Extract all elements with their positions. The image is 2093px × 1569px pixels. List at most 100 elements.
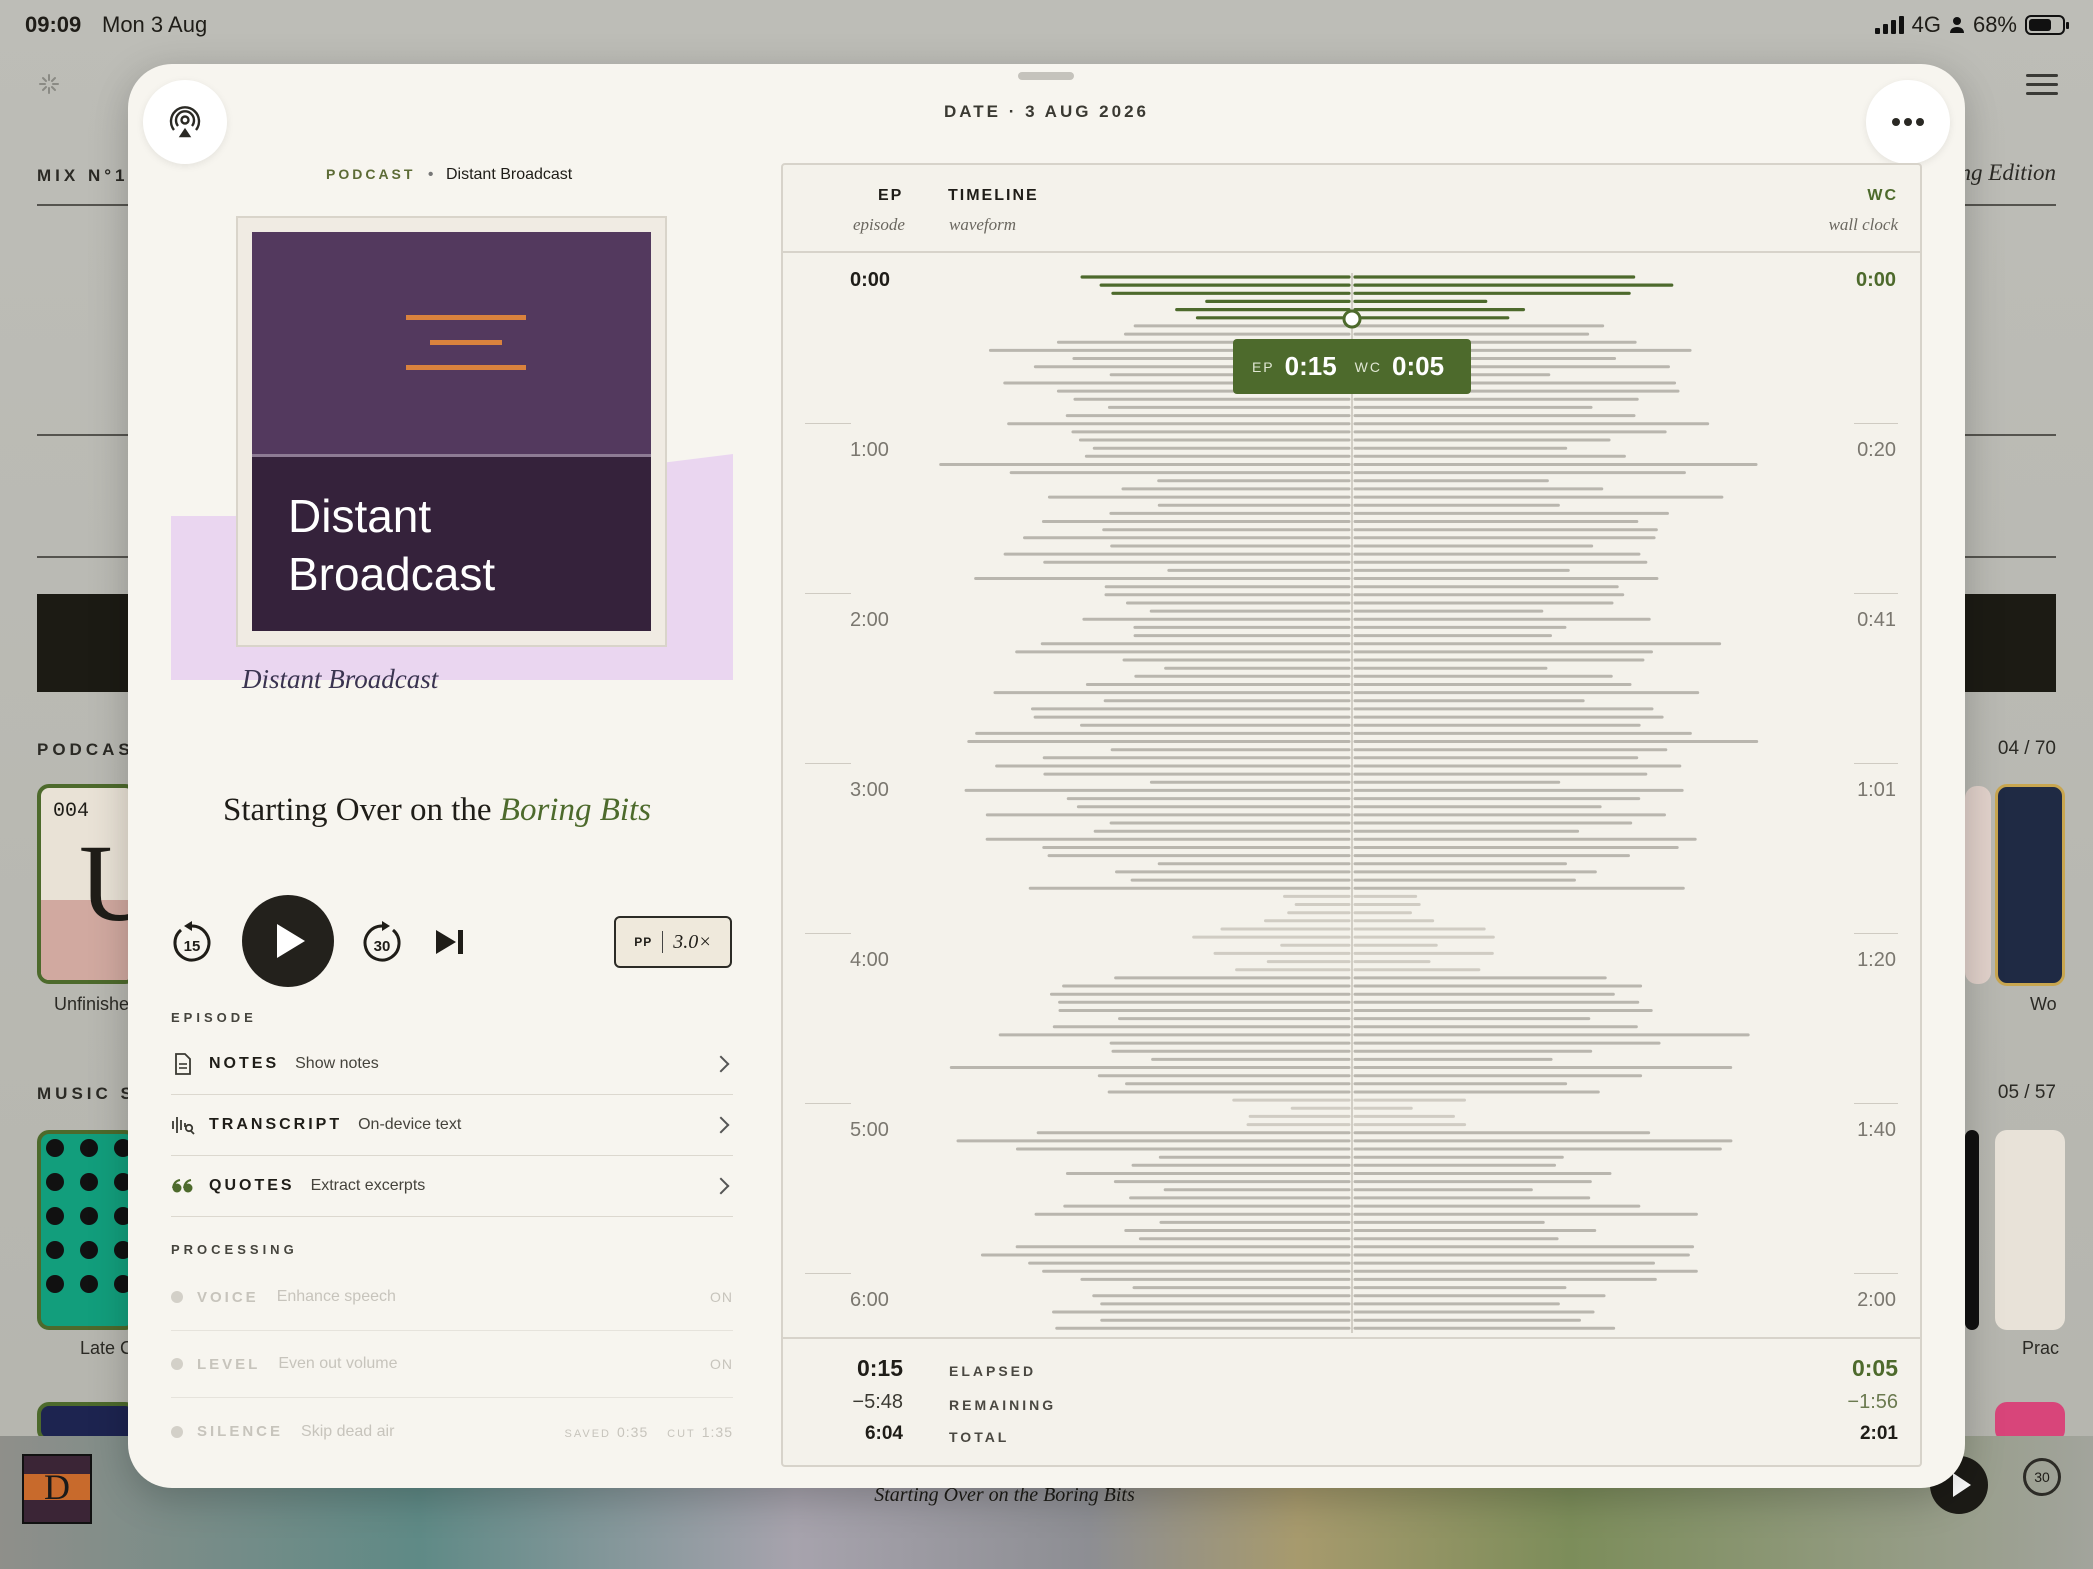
- music-card[interactable]: [1965, 1130, 1979, 1330]
- total-wc: 2:01: [1859, 1423, 1898, 1444]
- processing-section-label: PROCESSING: [171, 1242, 298, 1257]
- sheet-grabber[interactable]: [1018, 72, 1074, 80]
- episode-title: Starting Over on the Boring Bits: [223, 792, 651, 829]
- svg-text:15: 15: [184, 938, 201, 955]
- timeline-subtitle: waveform: [949, 215, 1017, 234]
- processing-row-voice[interactable]: VOICE Enhance speech ON: [171, 1264, 733, 1331]
- network-label: 4G: [1911, 12, 1941, 37]
- person-icon: [1949, 17, 1964, 33]
- row-subtitle: Skip dead air: [301, 1422, 395, 1440]
- podcast-card[interactable]: 004 U: [37, 784, 137, 984]
- forward-30-icon: 30: [363, 921, 401, 962]
- playhead-wc-value: 0:05: [1392, 351, 1445, 381]
- episode-title-text: Starting Over on the: [223, 792, 500, 828]
- source-tag: PODCAST: [326, 166, 416, 182]
- timeline-header: EP episode TIMELINE waveform WC wall clo…: [783, 165, 1920, 253]
- cut-label: CUT: [667, 1427, 696, 1440]
- podcasts-counter: 04 / 70: [1997, 738, 2056, 759]
- airplay-button[interactable]: [143, 80, 227, 164]
- artwork-title-line: Distant: [288, 490, 432, 542]
- artwork-title-line: Broadcast: [288, 548, 496, 600]
- more-options-button[interactable]: [1866, 80, 1950, 164]
- remaining-label: REMAINING: [949, 1397, 1057, 1413]
- toggle-state[interactable]: ON: [710, 1356, 733, 1372]
- timeline-body[interactable]: 0:00 1:00 2:00 3:00 4:00 5:00 6:00 0:00 …: [783, 253, 1920, 1339]
- podcast-source-line: PODCAST • Distant Broadcast: [326, 166, 572, 184]
- battery-percent: 68%: [1972, 12, 2017, 37]
- playhead-readout: EP 0:15 WC 0:05: [1233, 339, 1471, 394]
- music-card-caption: Late C: [80, 1338, 134, 1358]
- podcast-card-number: 004: [53, 800, 90, 823]
- loading-spinner-icon: [39, 74, 59, 94]
- ep-column-sublabel: episode: [853, 215, 905, 234]
- wc-tick-label: 1:20: [1857, 949, 1896, 971]
- music-section-label: MUSIC S: [37, 1084, 136, 1103]
- ep-column-label: EP: [878, 187, 904, 204]
- playhead-wc-label: WC: [1354, 358, 1382, 375]
- forward-button[interactable]: 30: [361, 920, 403, 969]
- waveform-search-icon: [171, 1113, 195, 1137]
- status-time: 09:09: [25, 12, 82, 37]
- episode-section-label: EPISODE: [171, 1010, 257, 1025]
- wc-tick-label: 0:20: [1857, 439, 1896, 461]
- cut-value: 1:35: [701, 1423, 733, 1440]
- edition-label: ng Edition: [1959, 160, 2056, 185]
- status-dot: [171, 1358, 183, 1370]
- battery-icon: [2025, 15, 2069, 35]
- next-episode-button[interactable]: [434, 928, 466, 961]
- processing-row-silence[interactable]: SILENCE Skip dead air SAVED 0:35 CUT 1:35: [171, 1398, 733, 1465]
- ep-tick-label: 1:00: [850, 439, 889, 461]
- row-title: SILENCE: [197, 1423, 284, 1440]
- music-card[interactable]: [37, 1130, 137, 1330]
- music-card[interactable]: [1995, 1130, 2065, 1330]
- play-button[interactable]: [242, 895, 334, 987]
- playback-speed-button[interactable]: PP 3.0×: [614, 916, 732, 968]
- saved-value: 0:35: [617, 1423, 649, 1440]
- artwork-caption: Distant Broadcast: [242, 664, 439, 694]
- wc-tick-label: 1:01: [1857, 779, 1896, 801]
- saved-label: SAVED: [564, 1427, 611, 1440]
- rewind-button[interactable]: 15: [171, 920, 213, 969]
- row-subtitle: On-device text: [358, 1116, 462, 1133]
- separator-dot: •: [427, 166, 434, 183]
- playhead-ep-value: 0:15: [1284, 351, 1337, 381]
- remaining-ep: −5:48: [852, 1391, 903, 1413]
- toggle-state[interactable]: ON: [710, 1289, 733, 1305]
- menu-icon[interactable]: [2026, 74, 2058, 101]
- wc-column-sublabel: wall clock: [1828, 215, 1898, 234]
- ellipsis-icon: [1892, 118, 1924, 126]
- playhead-ep-label: EP: [1251, 358, 1275, 375]
- podcast-card[interactable]: [1995, 784, 2065, 986]
- podcast-name[interactable]: Distant Broadcast: [446, 166, 572, 183]
- quote-icon: [171, 1174, 195, 1198]
- podcast-card-caption: Wo: [2030, 994, 2057, 1014]
- silence-stats: SAVED 0:35 CUT 1:35: [551, 1424, 733, 1440]
- status-date: Mon 3 Aug: [102, 12, 208, 37]
- mini-player-skip-forward-button[interactable]: 30: [2023, 1458, 2061, 1496]
- wc-column-label: WC: [1867, 187, 1898, 204]
- podcast-card-caption: Unfinishe: [54, 994, 130, 1014]
- chevron-right-icon: [712, 1055, 730, 1073]
- row-title: VOICE: [197, 1288, 259, 1306]
- podcast-card[interactable]: [1965, 786, 1991, 984]
- episode-row-quotes[interactable]: QUOTES Extract excerpts: [171, 1156, 733, 1217]
- waveform[interactable]: [783, 253, 1920, 1339]
- playhead-handle[interactable]: [1342, 309, 1362, 329]
- skip-next-icon: [436, 930, 463, 954]
- timeline-panel: EP episode TIMELINE waveform WC wall clo…: [781, 163, 1922, 1467]
- row-subtitle: Show notes: [295, 1055, 379, 1072]
- date-header: DATE · 3 AUG 2026: [944, 102, 1149, 121]
- ep-tick-label: 2:00: [850, 609, 889, 631]
- speed-divider: [662, 931, 664, 953]
- timeline-footer: 0:15 ELAPSED 0:05 −5:48 REMAINING −1:56 …: [783, 1337, 1920, 1465]
- wc-tick-label: 0:41: [1857, 609, 1896, 631]
- ep-tick-label: 4:00: [850, 949, 889, 971]
- chevron-right-icon: [712, 1177, 730, 1195]
- rewind-15-icon: 15: [173, 921, 211, 962]
- row-subtitle: Extract excerpts: [310, 1177, 426, 1194]
- elapsed-wc: 0:05: [1851, 1355, 1898, 1381]
- processing-row-level[interactable]: LEVEL Even out volume ON: [171, 1331, 733, 1398]
- episode-row-transcript[interactable]: TRANSCRIPT On-device text: [171, 1095, 733, 1156]
- row-title: TRANSCRIPT: [209, 1116, 343, 1133]
- episode-row-notes[interactable]: NOTES Show notes: [171, 1034, 733, 1095]
